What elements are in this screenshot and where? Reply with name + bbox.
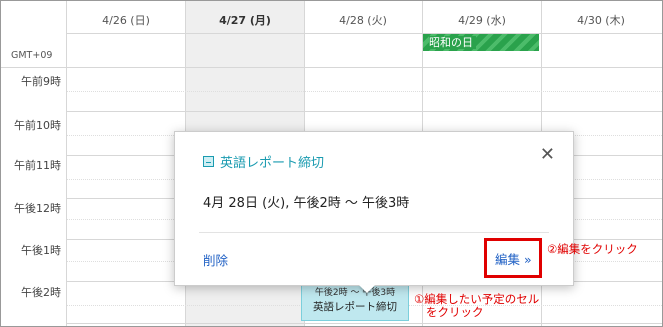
grid-line	[66, 1, 67, 326]
allday-event-holiday[interactable]: 昭和の日	[423, 34, 539, 51]
annotation-step1-line2: をクリック	[426, 305, 484, 319]
grid-line	[66, 33, 662, 34]
allday-event-label: 昭和の日	[429, 36, 476, 49]
edit-highlight-box	[484, 238, 542, 278]
calendar-week-view: 4/26 (日) 4/27 (月) 4/28 (火) 4/29 (水) 4/30…	[0, 0, 663, 327]
day-header-thu[interactable]: 4/30 (木)	[542, 12, 660, 28]
popup-pointer	[359, 285, 375, 293]
popup-title: 英語レポート締切	[220, 156, 325, 171]
grid-line	[67, 111, 662, 112]
day-header-tue[interactable]: 4/28 (火)	[304, 12, 422, 28]
annotation-step2: ②編集をクリック	[547, 242, 638, 256]
timezone-label: GMT+09	[11, 50, 53, 61]
calendar-icon	[203, 156, 214, 167]
time-label: 午後12時	[14, 202, 61, 215]
delete-link[interactable]: 削除	[203, 250, 228, 269]
time-label: 午前11時	[14, 159, 61, 172]
time-label: 午後1時	[21, 244, 61, 257]
close-icon[interactable]: ✕	[540, 146, 555, 164]
time-label: 午後2時	[21, 286, 61, 299]
event-time: 午後2時 ～ 午後3時	[314, 288, 396, 298]
popup-datetime: 4月 28日 (火), 午後2時 ～ 午後3時	[203, 196, 410, 211]
day-header-sun[interactable]: 4/26 (日)	[67, 12, 185, 28]
time-label: 午前10時	[14, 119, 61, 132]
calendar-event[interactable]: 午後2時 ～ 午後3時 英語レポート締切	[301, 284, 409, 321]
day-header-wed[interactable]: 4/29 (水)	[423, 12, 541, 28]
grid-half-line	[67, 91, 662, 92]
grid-line	[1, 67, 662, 68]
divider	[199, 232, 549, 233]
time-label: 午前9時	[21, 75, 61, 88]
grid-line	[67, 323, 662, 324]
popup-title-row: 英語レポート締切	[203, 152, 324, 171]
day-header-mon[interactable]: 4/27 (月)	[186, 12, 304, 28]
event-title: 英語レポート締切	[313, 301, 397, 313]
